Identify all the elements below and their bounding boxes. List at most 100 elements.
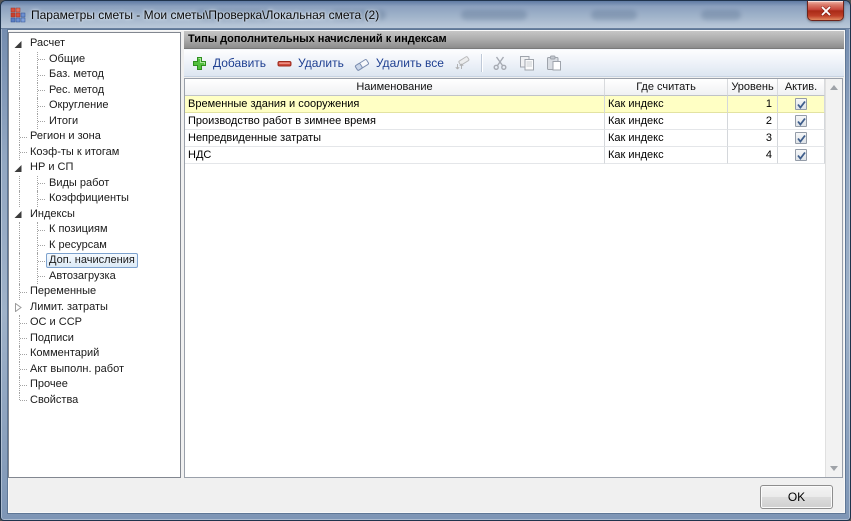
delete-all-button-label: Удалить все	[375, 56, 444, 70]
delete-button[interactable]: Удалить	[271, 52, 349, 74]
tree-item[interactable]: Виды работ	[9, 175, 180, 191]
delete-all-button[interactable]: Удалить все	[349, 52, 449, 74]
titlebar-smudge	[701, 10, 741, 20]
tree-item[interactable]: Коэффициенты	[9, 191, 180, 207]
tree-item[interactable]: НР и СП	[9, 160, 180, 176]
tree-item[interactable]: Общие	[9, 51, 180, 67]
tree-item[interactable]: Итоги	[9, 113, 180, 129]
tree-guide-line	[20, 369, 27, 371]
delete-button-label: Удалить	[298, 56, 344, 70]
dialog-window: Параметры сметы - Мои сметы\Проверка\Лок…	[0, 0, 851, 521]
table-row[interactable]: Производство работ в зимнее время Как инд…	[185, 113, 825, 130]
active-checkbox[interactable]	[795, 132, 807, 144]
tree-item[interactable]: Лимит. затраты	[9, 300, 180, 316]
copy-button[interactable]	[514, 52, 541, 74]
column-header-name[interactable]: Наименование	[185, 79, 605, 96]
tree-item-label: Коэффициенты	[49, 192, 129, 205]
cell-where[interactable]: Как индекс	[605, 147, 728, 164]
tree-item[interactable]: Баз. метод	[9, 67, 180, 83]
cell-name[interactable]: Временные здания и сооружения	[185, 96, 605, 113]
tree-guide-line	[19, 98, 20, 114]
tree-item[interactable]: Акт выполн. работ	[9, 361, 180, 377]
column-header-where[interactable]: Где считать	[605, 79, 728, 96]
tree-item[interactable]: Индексы	[9, 207, 180, 223]
scroll-up-icon[interactable]	[830, 85, 838, 90]
tree-item-label: Общие	[49, 52, 86, 65]
cell-active	[778, 147, 825, 164]
tree-item-label: Регион и зона	[30, 130, 101, 143]
cell-level[interactable]: 2	[728, 113, 778, 130]
tree-item[interactable]: Автозагрузка	[9, 268, 180, 284]
vertical-scrollbar[interactable]	[825, 79, 842, 477]
tree-item[interactable]: Расчет	[9, 36, 180, 52]
tree-item[interactable]: Коэф-ты к итогам	[9, 144, 180, 160]
reorder-icon	[454, 55, 471, 72]
tree-item-label: НР и СП	[30, 161, 74, 174]
panel-caption: Типы дополнительных начислений к индекса…	[184, 31, 844, 49]
cell-level[interactable]: 1	[728, 96, 778, 113]
tree-item[interactable]: Переменные	[9, 284, 180, 300]
paste-icon	[546, 55, 563, 72]
close-button[interactable]	[807, 1, 844, 21]
tree-collapsed-arrow-icon[interactable]	[14, 303, 23, 312]
settings-tree: Расчет Общие Баз. метод Рес. метод Округлени…	[8, 32, 181, 478]
window-title: Параметры сметы - Мои сметы\Проверка\Лок…	[31, 8, 380, 22]
tree-item-label: ОС и ССР	[30, 316, 82, 329]
cell-name[interactable]: НДС	[185, 147, 605, 164]
tree-item[interactable]: ОС и ССР	[9, 315, 180, 331]
column-header-level[interactable]: Уровень	[728, 79, 778, 96]
table-row[interactable]: Временные здания и сооружения Как индекс 1	[185, 96, 825, 113]
cell-name[interactable]: Производство работ в зимнее время	[185, 113, 605, 130]
active-checkbox[interactable]	[795, 98, 807, 110]
tree-guide-line	[19, 67, 20, 83]
tree-item[interactable]: Свойства	[9, 392, 180, 409]
tree-item-label: Рес. метод	[49, 83, 105, 96]
tree-guide-line	[20, 152, 27, 154]
eraser-icon	[354, 55, 371, 72]
add-button-label: Добавить	[213, 56, 267, 70]
active-checkbox[interactable]	[795, 115, 807, 127]
active-checkbox[interactable]	[795, 149, 807, 161]
cell-level[interactable]: 3	[728, 130, 778, 147]
tree-expanded-arrow-icon[interactable]	[14, 210, 23, 219]
tree-item[interactable]: К позициям	[9, 222, 180, 238]
tree-expanded-arrow-icon[interactable]	[14, 40, 23, 49]
tree-guide-line	[19, 392, 20, 401]
cell-where[interactable]: Как индекс	[605, 130, 728, 147]
tree-expanded-arrow-icon[interactable]	[14, 164, 23, 173]
tree-item-label: Подписи	[30, 331, 74, 344]
reorder-button[interactable]	[449, 52, 476, 74]
tree-item[interactable]: Прочее	[9, 377, 180, 393]
table-row[interactable]: НДС Как индекс 4	[185, 147, 825, 164]
tree-item[interactable]: Округление	[9, 98, 180, 114]
add-button[interactable]: Добавить	[186, 52, 271, 74]
cell-level[interactable]: 4	[728, 147, 778, 164]
check-icon	[796, 134, 806, 143]
cell-name[interactable]: Непредвиденные затраты	[185, 130, 605, 147]
cell-where[interactable]: Как индекс	[605, 96, 728, 113]
tree-item-label: Доп. начисления	[46, 253, 138, 269]
tree-guide-line	[38, 229, 45, 231]
tree-item[interactable]: К ресурсам	[9, 237, 180, 253]
paste-button[interactable]	[541, 52, 568, 74]
tree-guide-line	[19, 113, 20, 129]
tree-item-label: Коэф-ты к итогам	[30, 145, 120, 158]
column-header-active[interactable]: Актив.	[778, 79, 825, 96]
scroll-down-icon[interactable]	[830, 466, 838, 471]
tree-guide-line	[19, 253, 20, 269]
tree-guide-line	[38, 105, 45, 107]
ok-button[interactable]: OK	[760, 485, 833, 509]
tree-item-label: Свойства	[30, 393, 79, 406]
tree-guide-line	[38, 260, 45, 262]
tree-item[interactable]: Комментарий	[9, 346, 180, 362]
table-row[interactable]: Непредвиденные затраты Как индекс 3	[185, 130, 825, 147]
tree-item[interactable]: Рес. метод	[9, 82, 180, 98]
cell-where[interactable]: Как индекс	[605, 113, 728, 130]
cut-button[interactable]	[487, 52, 514, 74]
tree-item[interactable]: Регион и зона	[9, 129, 180, 145]
copy-icon	[519, 55, 536, 72]
tree-item-label: Переменные	[30, 285, 97, 298]
tree-item[interactable]: Подписи	[9, 330, 180, 346]
tree-guide-line	[38, 198, 45, 200]
tree-item[interactable]: Доп. начисления	[9, 253, 180, 269]
